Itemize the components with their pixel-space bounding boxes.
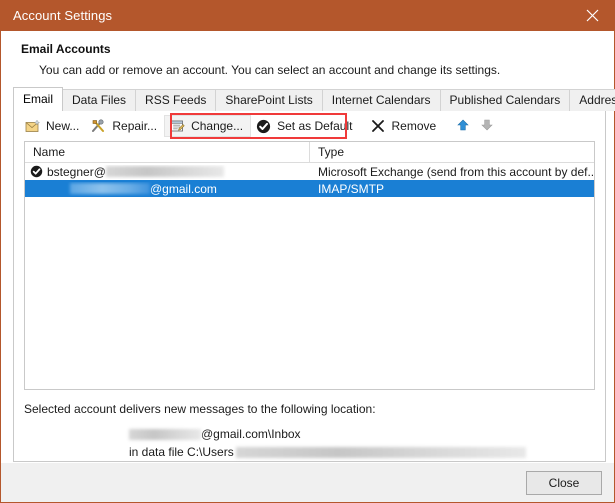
header-block: Email Accounts You can add or remove an …	[1, 31, 614, 87]
remove-account-label: Remove	[391, 119, 436, 133]
new-account-button[interactable]: New...	[20, 115, 86, 137]
account-name-cell: bstegner@	[25, 165, 310, 179]
tab-data-files[interactable]: Data Files	[62, 89, 136, 111]
repair-tools-icon	[90, 118, 107, 135]
delivery-info-label: Selected account delivers new messages t…	[24, 402, 605, 416]
delivery-location-text: @gmail.com\Inbox	[201, 427, 301, 441]
redacted-domain	[106, 166, 224, 177]
tab-email[interactable]: Email	[13, 87, 63, 111]
tab-rss-feeds[interactable]: RSS Feeds	[135, 89, 216, 111]
arrow-up-icon	[457, 119, 469, 134]
account-type-text: IMAP/SMTP	[310, 182, 594, 196]
repair-account-label: Repair...	[112, 119, 157, 133]
window-title: Account Settings	[1, 8, 112, 23]
page-description: You can add or remove an account. You ca…	[21, 63, 614, 77]
title-bar: Account Settings	[1, 0, 614, 31]
close-icon[interactable]	[570, 0, 614, 31]
delivery-location-line: @gmail.com\Inbox	[24, 425, 605, 443]
redacted-path	[236, 447, 526, 458]
check-circle-icon	[255, 118, 272, 135]
change-account-button[interactable]: Change...	[164, 115, 251, 137]
arrow-down-icon	[481, 119, 493, 134]
repair-account-button[interactable]: Repair...	[86, 115, 164, 137]
tab-address-books[interactable]: Address Books	[569, 89, 615, 111]
move-down-button	[475, 115, 499, 137]
account-settings-window: Account Settings Email Accounts You can …	[0, 0, 615, 503]
table-row[interactable]: bstegner@ Microsoft Exchange (send from …	[25, 163, 594, 180]
column-header-type[interactable]: Type	[310, 142, 594, 162]
accounts-list[interactable]: Name Type bstegner@ M	[24, 141, 595, 390]
account-toolbar: New... Repair...	[14, 111, 605, 141]
dialog-footer: Close	[1, 462, 614, 502]
new-account-label: New...	[46, 119, 79, 133]
account-type-text: Microsoft Exchange (send from this accou…	[310, 165, 594, 179]
list-body: bstegner@ Microsoft Exchange (send from …	[25, 163, 594, 389]
account-name-cell: @gmail.com	[25, 182, 310, 196]
account-name-text: bstegner@	[47, 165, 106, 179]
table-row[interactable]: @gmail.com IMAP/SMTP	[25, 180, 594, 197]
column-header-name[interactable]: Name	[25, 142, 310, 162]
change-account-label: Change...	[191, 119, 243, 133]
delivery-info: Selected account delivers new messages t…	[14, 390, 605, 461]
tab-strip: Email Data Files RSS Feeds SharePoint Li…	[13, 87, 606, 111]
email-tab-panel: New... Repair...	[13, 110, 606, 462]
account-name-text: @gmail.com	[150, 182, 217, 196]
redacted-username	[70, 183, 150, 194]
tab-published-calendars[interactable]: Published Calendars	[440, 89, 571, 111]
data-file-line: in data file C:\Users	[24, 443, 605, 461]
data-file-text: in data file C:\Users	[129, 445, 234, 459]
x-remove-icon	[369, 118, 386, 135]
check-circle-icon	[30, 165, 43, 178]
move-up-button[interactable]	[451, 115, 475, 137]
close-button[interactable]: Close	[526, 471, 602, 495]
tab-sharepoint-lists[interactable]: SharePoint Lists	[215, 89, 322, 111]
list-header: Name Type	[25, 142, 594, 163]
redacted-username	[129, 429, 201, 440]
tab-internet-calendars[interactable]: Internet Calendars	[322, 89, 441, 111]
remove-account-button[interactable]: Remove	[365, 115, 443, 137]
change-account-icon	[169, 118, 186, 135]
new-mail-icon	[24, 118, 41, 135]
page-title: Email Accounts	[21, 42, 614, 56]
set-as-default-button[interactable]: Set as Default	[251, 115, 359, 137]
set-as-default-label: Set as Default	[277, 119, 352, 133]
